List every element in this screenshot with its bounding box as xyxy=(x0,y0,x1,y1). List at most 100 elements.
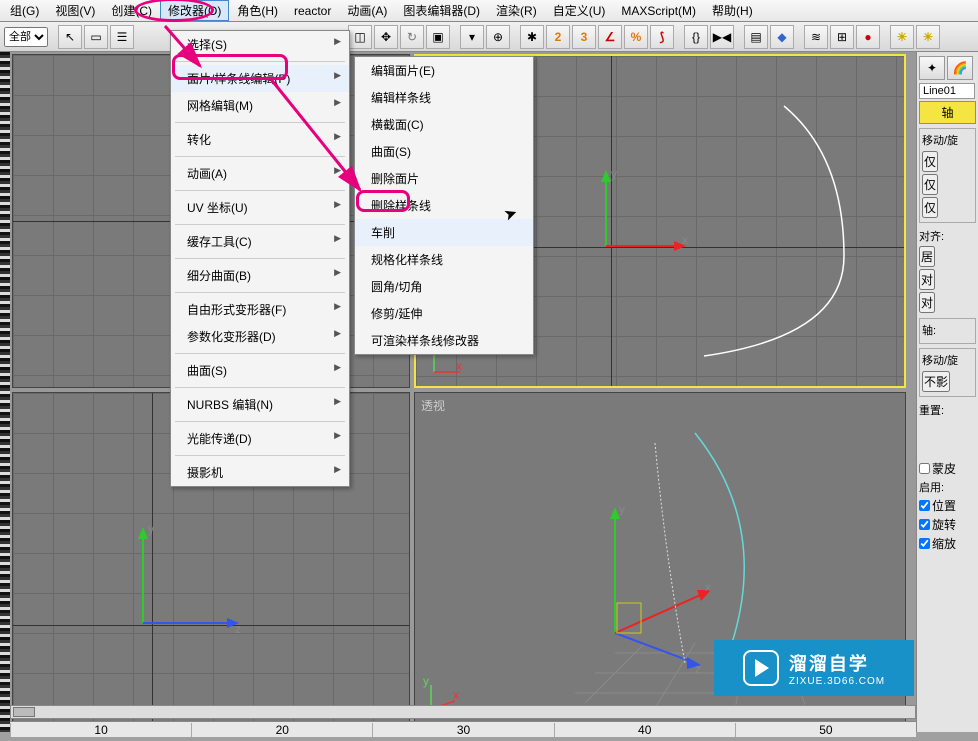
object-name-field[interactable]: Line01 xyxy=(919,83,975,99)
submenu-normalize-spline[interactable]: 规格化样条线 xyxy=(355,246,533,273)
position-checkbox[interactable] xyxy=(919,500,930,511)
main-toolbar: 全部 ↖ ▭ ☰ ◫ ✥ ↻ ▣ ▾ ⊕ ✱ 2 3 ∠ % ⟆ {} ▶◀ ▤… xyxy=(0,22,978,52)
menu-item-param-deform[interactable]: 参数化变形器(D) xyxy=(171,323,349,350)
menu-item-ffd[interactable]: 自由形式变形器(F) xyxy=(171,296,349,323)
snap-3d-icon[interactable]: 3 xyxy=(572,25,596,49)
submenu-renderable-spline[interactable]: 可渲染样条线修改器 xyxy=(355,327,533,354)
submenu-edit-spline[interactable]: 编辑样条线 xyxy=(355,84,533,111)
reference-coord-icon[interactable]: ▾ xyxy=(460,25,484,49)
menu-item-nurbs[interactable]: NURBS 编辑(N) xyxy=(171,391,349,418)
align-center-btn[interactable]: 居 xyxy=(919,246,935,267)
only-affect-btn[interactable]: 仅 xyxy=(922,151,938,172)
viewport-container: y x z x y z xyxy=(10,52,916,732)
ruler-tick: 50 xyxy=(735,723,916,737)
menu-view[interactable]: 视图(V) xyxy=(47,0,103,21)
selection-filter[interactable]: 全部 xyxy=(4,27,48,47)
play-icon xyxy=(743,650,779,686)
scale-tool-icon[interactable]: ▣ xyxy=(426,25,450,49)
move-rotate-label: 移动/旋 xyxy=(922,132,973,148)
curve-editor-icon[interactable]: ≋ xyxy=(804,25,828,49)
rotation-checkbox[interactable] xyxy=(919,519,930,530)
only-affect-btn-3[interactable]: 仅 xyxy=(922,197,938,218)
center-pivot-icon[interactable]: ⊕ xyxy=(486,25,510,49)
svg-text:y: y xyxy=(619,502,625,516)
spinner-snap-icon[interactable]: ⟆ xyxy=(650,25,674,49)
menu-item-mesh-edit[interactable]: 网格编辑(M) xyxy=(171,92,349,119)
submenu-trim-extend[interactable]: 修剪/延伸 xyxy=(355,300,533,327)
material-editor-icon[interactable]: ● xyxy=(856,25,880,49)
scale-checkbox[interactable] xyxy=(919,538,930,549)
skin-checkbox[interactable] xyxy=(919,463,930,474)
select-rect-icon[interactable]: ▭ xyxy=(84,25,108,49)
angle-snap-icon[interactable]: ∠ xyxy=(598,25,622,49)
menu-modifiers[interactable]: 修改器(O) xyxy=(160,0,229,21)
cmd-modify-icon[interactable]: 🌈 xyxy=(947,56,973,80)
menu-group[interactable]: 组(G) xyxy=(2,0,47,21)
select-tool-icon[interactable]: ↖ xyxy=(58,25,82,49)
enable-label: 启用: xyxy=(919,478,976,496)
menu-character[interactable]: 角色(H) xyxy=(229,0,286,21)
align-to-btn-2[interactable]: 对 xyxy=(919,292,935,313)
submenu-delete-patch[interactable]: 删除面片 xyxy=(355,165,533,192)
menu-item-uv[interactable]: UV 坐标(U) xyxy=(171,194,349,221)
viewport-label: 透视 xyxy=(421,397,445,414)
logo-text-cn: 溜溜自学 xyxy=(789,650,885,676)
move-tool-icon[interactable]: ✥ xyxy=(374,25,398,49)
command-panel: ✦ 🌈 Line01 轴 移动/旋 仅 仅 仅 对齐: 居 对 对 轴: 移动/… xyxy=(916,52,978,732)
rotate-tool-icon[interactable]: ↻ xyxy=(400,25,424,49)
menu-customize[interactable]: 自定义(U) xyxy=(545,0,614,21)
align-label: 对齐: xyxy=(919,227,976,245)
align-to-btn[interactable]: 对 xyxy=(919,269,935,290)
select-manipulate-icon[interactable]: ✱ xyxy=(520,25,544,49)
cmd-create-icon[interactable]: ✦ xyxy=(919,56,945,80)
menu-item-camera[interactable]: 摄影机 xyxy=(171,459,349,486)
menu-reactor[interactable]: reactor xyxy=(286,2,339,20)
move-rotate-label-2: 移动/旋 xyxy=(922,352,973,368)
align-icon[interactable]: ▤ xyxy=(744,25,768,49)
menu-item-subdiv[interactable]: 细分曲面(B) xyxy=(171,262,349,289)
menu-item-patch-spline-edit[interactable]: 面片/样条线编辑(P) xyxy=(171,65,349,92)
snap-2d-icon[interactable]: 2 xyxy=(546,25,570,49)
ruler-tick: 20 xyxy=(191,723,372,737)
menu-item-surface[interactable]: 曲面(S) xyxy=(171,357,349,384)
modifiers-menu: 选择(S) 面片/样条线编辑(P) 网格编辑(M) 转化 动画(A) UV 坐标… xyxy=(170,30,350,487)
menu-item-radiosity[interactable]: 光能传递(D) xyxy=(171,425,349,452)
submenu-edit-patch[interactable]: 编辑面片(E) xyxy=(355,57,533,84)
quick-render-icon[interactable]: ☀ xyxy=(916,25,940,49)
percent-snap-icon[interactable]: % xyxy=(624,25,648,49)
ruler-tick: 40 xyxy=(554,723,735,737)
reset-label: 重置: xyxy=(919,401,976,419)
timeline-scrollbar[interactable] xyxy=(10,705,916,719)
menu-item-cache[interactable]: 缓存工具(C) xyxy=(171,228,349,255)
menu-item-selection[interactable]: 选择(S) xyxy=(171,31,349,58)
left-gutter xyxy=(0,52,10,732)
render-scene-icon[interactable]: ☀ xyxy=(890,25,914,49)
svg-text:z: z xyxy=(695,662,701,676)
submenu-fillet-chamfer[interactable]: 圆角/切角 xyxy=(355,273,533,300)
window-crossing-icon[interactable]: ◫ xyxy=(348,25,372,49)
menu-grapheditor[interactable]: 图表编辑器(D) xyxy=(395,0,488,21)
menu-create[interactable]: 创建(C) xyxy=(103,0,160,21)
scale-label: 缩放 xyxy=(932,535,956,552)
select-name-icon[interactable]: ☰ xyxy=(110,25,134,49)
timeline-ruler: 10 20 30 40 50 xyxy=(10,721,916,737)
scrollbar-thumb[interactable] xyxy=(13,707,35,717)
schematic-icon[interactable]: ⊞ xyxy=(830,25,854,49)
menu-help[interactable]: 帮助(H) xyxy=(704,0,761,21)
submenu-surface[interactable]: 曲面(S) xyxy=(355,138,533,165)
mirror-icon[interactable]: ▶◀ xyxy=(710,25,734,49)
rotation-label: 旋转 xyxy=(932,516,956,533)
named-sel-icon[interactable]: {} xyxy=(684,25,708,49)
axis-button[interactable]: 轴 xyxy=(919,101,976,124)
menu-animation[interactable]: 动画(A) xyxy=(339,0,395,21)
submenu-cross-section[interactable]: 横截面(C) xyxy=(355,111,533,138)
menu-item-animation[interactable]: 动画(A) xyxy=(171,160,349,187)
svg-text:x: x xyxy=(705,580,711,594)
layers-icon[interactable]: ◆ xyxy=(770,25,794,49)
menu-maxscript[interactable]: MAXScript(M) xyxy=(613,2,704,20)
menu-render[interactable]: 渲染(R) xyxy=(488,0,545,21)
menu-item-convert[interactable]: 转化 xyxy=(171,126,349,153)
no-affect-btn[interactable]: 不影 xyxy=(922,371,950,392)
svg-text:y: y xyxy=(423,675,429,688)
only-affect-btn-2[interactable]: 仅 xyxy=(922,174,938,195)
